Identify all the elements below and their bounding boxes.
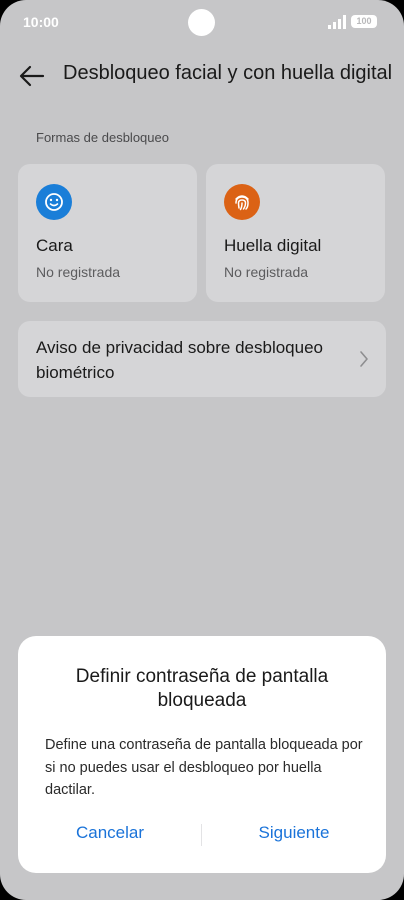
status-time: 10:00 <box>23 14 59 30</box>
card-title: Cara <box>36 236 73 255</box>
back-button[interactable] <box>14 60 50 92</box>
back-arrow-icon <box>19 65 45 87</box>
front-camera-cutout <box>188 9 215 36</box>
fingerprint-icon <box>224 184 260 220</box>
signal-icon <box>328 15 346 29</box>
next-button[interactable]: Siguiente <box>202 823 386 843</box>
screen: 10:00 100 Desbloqueo facial y con huella… <box>0 0 404 900</box>
privacy-notice-row[interactable]: Aviso de privacidad sobre desbloqueo bio… <box>18 321 386 397</box>
card-title: Huella digital <box>224 236 322 255</box>
card-status: No registrada <box>224 264 309 280</box>
face-icon <box>36 184 72 220</box>
privacy-notice-label: Aviso de privacidad sobre desbloqueo bio… <box>36 338 323 382</box>
cancel-button[interactable]: Cancelar <box>18 823 202 843</box>
battery-icon: 100 <box>351 15 377 28</box>
section-label: Formas de desbloqueo <box>36 130 169 145</box>
page-title: Desbloqueo facial y con huella digital <box>63 62 393 84</box>
face-unlock-card[interactable]: Cara No registrada <box>18 164 197 302</box>
dialog-title: Definir contraseña de pantalla bloqueada <box>75 666 329 711</box>
dialog-message: Define una contraseña de pantalla bloque… <box>45 737 363 798</box>
chevron-right-icon <box>360 351 368 367</box>
card-status: No registrada <box>36 264 121 280</box>
set-lock-password-dialog: Definir contraseña de pantalla bloqueada… <box>18 636 386 873</box>
status-bar: 10:00 100 <box>0 0 404 44</box>
fingerprint-unlock-card[interactable]: Huella digital No registrada <box>206 164 385 302</box>
